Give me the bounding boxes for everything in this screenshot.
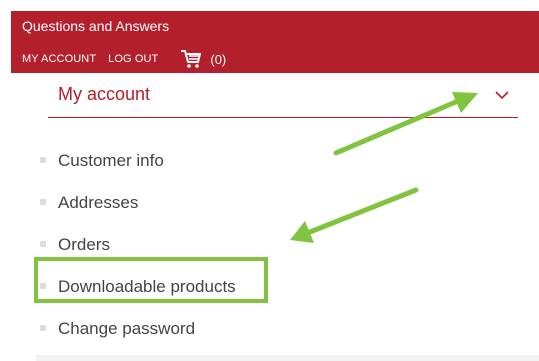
bullet-icon [40,283,46,289]
cart-count: (0) [210,51,227,67]
menu-item-change-password[interactable]: Change password [40,308,530,350]
menu-item-label: Orders [58,235,110,254]
menu-item-orders[interactable]: Orders [40,224,530,266]
my-account-link[interactable]: MY ACCOUNT [22,53,96,65]
log-out-link[interactable]: LOG OUT [108,53,158,65]
menu-item-label: Change password [58,319,196,338]
menu-item-label: Addresses [58,193,139,212]
cart-icon [180,49,202,69]
menu-item-label: Downloadable products [58,277,236,296]
chevron-down-icon [494,88,510,100]
bullet-icon [40,325,46,331]
top-header: Questions and Answers MY ACCOUNT LOG OUT… [11,11,539,73]
menu-item-downloadable-products[interactable]: Downloadable products [40,266,530,308]
menu-item-label: Customer info [58,151,164,170]
site-title[interactable]: Questions and Answers [22,18,169,34]
account-select-value: My account [58,84,151,104]
divider [36,355,539,361]
menu-item-customer-info[interactable]: Customer info [40,140,530,182]
menu-item-addresses[interactable]: Addresses [40,182,530,224]
bullet-icon [40,199,46,205]
account-menu: Customer info Addresses Orders Downloada… [40,140,530,350]
shopping-cart-link[interactable]: (0) [180,49,226,69]
header-links: MY ACCOUNT LOG OUT (0) [22,49,226,69]
page: Questions and Answers MY ACCOUNT LOG OUT… [0,0,539,361]
account-navigation-select[interactable]: My account [48,78,518,118]
bullet-icon [40,157,46,163]
bullet-icon [40,241,46,247]
